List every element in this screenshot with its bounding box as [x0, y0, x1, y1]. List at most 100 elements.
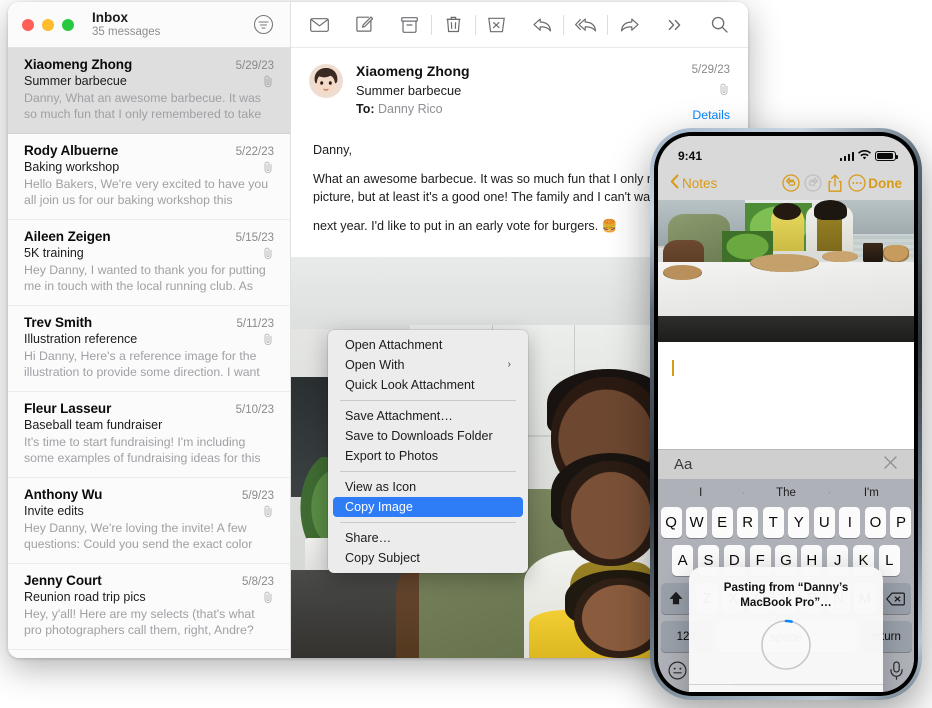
reply-icon[interactable]: [528, 12, 557, 38]
paperclip-icon: [264, 75, 272, 87]
keyboard-row-1: Q W E R T Y U I O P: [658, 507, 914, 538]
context-menu-item-quick-look[interactable]: Quick Look Attachment: [333, 375, 523, 395]
close-icon[interactable]: [883, 455, 898, 475]
delete-icon[interactable]: [880, 583, 912, 614]
maximize-window-button[interactable]: [62, 18, 74, 31]
paperclip-icon: [264, 505, 272, 517]
prediction-item[interactable]: The: [743, 487, 828, 499]
mail-list-item[interactable]: Rich Dinh 5/5/23 Trip to Zion National P…: [8, 650, 290, 658]
status-indicators: [839, 149, 898, 163]
mail-date: 5/8/23: [242, 576, 274, 588]
mail-subject: Reunion road trip pics: [24, 590, 146, 604]
key-o[interactable]: O: [864, 507, 886, 538]
more-circle-icon[interactable]: [846, 172, 868, 194]
context-menu-item-label: Copy Subject: [345, 551, 420, 565]
context-menu-item-view-as-icon[interactable]: View as Icon: [333, 477, 523, 497]
forward-icon[interactable]: [615, 12, 644, 38]
back-to-notes-button[interactable]: Notes: [670, 174, 717, 192]
minimize-window-button[interactable]: [42, 18, 54, 31]
context-menu-item-label: Export to Photos: [345, 449, 439, 463]
window-traffic-lights: [22, 18, 74, 31]
context-menu-item-open-with[interactable]: Open With ›: [333, 355, 523, 375]
details-link[interactable]: Details: [692, 106, 730, 124]
cancel-button[interactable]: Cancel: [689, 685, 883, 692]
message-recipient: To: Danny Rico: [356, 101, 692, 118]
format-text-button[interactable]: Aa: [674, 456, 692, 473]
mail-preview: Danny, What an awesome barbecue. It was …: [24, 91, 262, 122]
context-menu-item-open-attachment[interactable]: Open Attachment: [333, 335, 523, 355]
reply-all-icon[interactable]: [571, 12, 600, 38]
context-menu-item-label: Save to Downloads Folder: [345, 429, 493, 443]
mail-preview: Hey, y'all! Here are my selects (that's …: [24, 607, 255, 638]
search-icon[interactable]: [705, 12, 734, 38]
message-header-meta: 5/29/23 Details: [692, 62, 730, 125]
back-label: Notes: [682, 175, 718, 191]
key-l[interactable]: L: [878, 545, 900, 576]
context-menu-item-label: Copy Image: [345, 500, 413, 514]
to-value: Danny Rico: [378, 102, 443, 117]
key-u[interactable]: U: [813, 507, 835, 538]
mail-date: 5/9/23: [242, 490, 274, 502]
compose-icon[interactable]: [350, 12, 379, 38]
mail-list-item[interactable]: Xiaomeng Zhong 5/29/23 Summer barbecue D…: [8, 48, 290, 134]
to-label: To:: [356, 102, 375, 117]
key-a[interactable]: A: [672, 545, 694, 576]
undo-icon[interactable]: [780, 172, 802, 194]
mail-date: 5/11/23: [236, 318, 274, 330]
key-q[interactable]: Q: [660, 507, 682, 538]
mail-list-item[interactable]: Anthony Wu 5/9/23 Invite edits Hey Danny…: [8, 478, 290, 564]
context-menu-item-save-attachment[interactable]: Save Attachment…: [333, 406, 523, 426]
key-t[interactable]: T: [762, 507, 784, 538]
close-window-button[interactable]: [22, 18, 34, 31]
message-header-text: Xiaomeng Zhong Summer barbecue To: Danny…: [356, 62, 692, 125]
inbox-message-count: 35 messages: [92, 26, 161, 39]
context-menu-item-label: View as Icon: [345, 480, 417, 494]
key-y[interactable]: Y: [788, 507, 810, 538]
filter-icon[interactable]: [253, 14, 274, 35]
mail-list-item[interactable]: Fleur Lasseur 5/10/23 Baseball team fund…: [8, 392, 290, 478]
prediction-item[interactable]: I'm: [828, 487, 914, 499]
key-w[interactable]: W: [686, 507, 708, 538]
junk-icon[interactable]: [483, 12, 512, 38]
mail-date: 5/29/23: [235, 60, 274, 72]
done-button[interactable]: Done: [868, 176, 902, 191]
mail-toolbar: [291, 2, 748, 48]
key-p[interactable]: P: [890, 507, 912, 538]
mail-sender: Xiaomeng Zhong: [24, 57, 133, 72]
note-text-area[interactable]: Pasting from “Danny’s MacBook Pro”… Canc…: [658, 342, 914, 692]
share-icon[interactable]: [824, 172, 846, 194]
context-menu-item-label: Save Attachment…: [345, 409, 453, 423]
mail-list-item[interactable]: Aileen Zeigen 5/15/23 5K training Hey Da…: [8, 220, 290, 306]
microphone-icon[interactable]: [889, 661, 904, 685]
note-attached-photo[interactable]: [658, 200, 914, 342]
key-r[interactable]: R: [737, 507, 759, 538]
key-e[interactable]: E: [711, 507, 733, 538]
mail-list-item[interactable]: Jenny Court 5/8/23 Reunion road trip pic…: [8, 564, 290, 650]
context-menu-item-share[interactable]: Share…: [333, 528, 523, 548]
more-icon[interactable]: [660, 12, 689, 38]
mail-list-item[interactable]: Rody Albuerne 5/22/23 Baking workshop He…: [8, 134, 290, 220]
context-menu-item-export-to-photos[interactable]: Export to Photos: [333, 446, 523, 466]
context-menu-item-copy-image[interactable]: Copy Image: [333, 497, 523, 517]
emoji-icon[interactable]: [668, 661, 687, 685]
attachment-context-menu[interactable]: Open Attachment Open With › Quick Look A…: [328, 330, 528, 573]
context-menu-item-copy-subject[interactable]: Copy Subject: [333, 548, 523, 568]
context-menu-item-save-to-downloads[interactable]: Save to Downloads Folder: [333, 426, 523, 446]
iphone-device: 9:41 Notes Done Pasting from “Danny’s Ma…: [650, 128, 922, 700]
delete-icon[interactable]: [439, 12, 468, 38]
archive-icon[interactable]: [395, 12, 424, 38]
mail-preview: It's time to start fundraising! I'm incl…: [24, 435, 261, 466]
key-i[interactable]: I: [839, 507, 861, 538]
message-subject: Summer barbecue: [356, 82, 462, 98]
mail-list-item[interactable]: Trev Smith 5/11/23 Illustration referenc…: [8, 306, 290, 392]
predictive-text-bar[interactable]: I The I'm: [658, 479, 914, 507]
mail-subject: 5K training: [24, 246, 84, 260]
mail-sidebar: Inbox 35 messages Xiaomeng Zhong 5/29/23…: [8, 2, 291, 658]
mail-icon[interactable]: [305, 12, 334, 38]
prediction-item[interactable]: I: [658, 487, 743, 499]
redo-icon[interactable]: [802, 172, 824, 194]
mail-message-list[interactable]: Xiaomeng Zhong 5/29/23 Summer barbecue D…: [8, 48, 290, 658]
message-sender: Xiaomeng Zhong: [356, 63, 470, 79]
inbox-heading: Inbox 35 messages: [92, 10, 160, 40]
shift-icon[interactable]: [660, 583, 692, 614]
